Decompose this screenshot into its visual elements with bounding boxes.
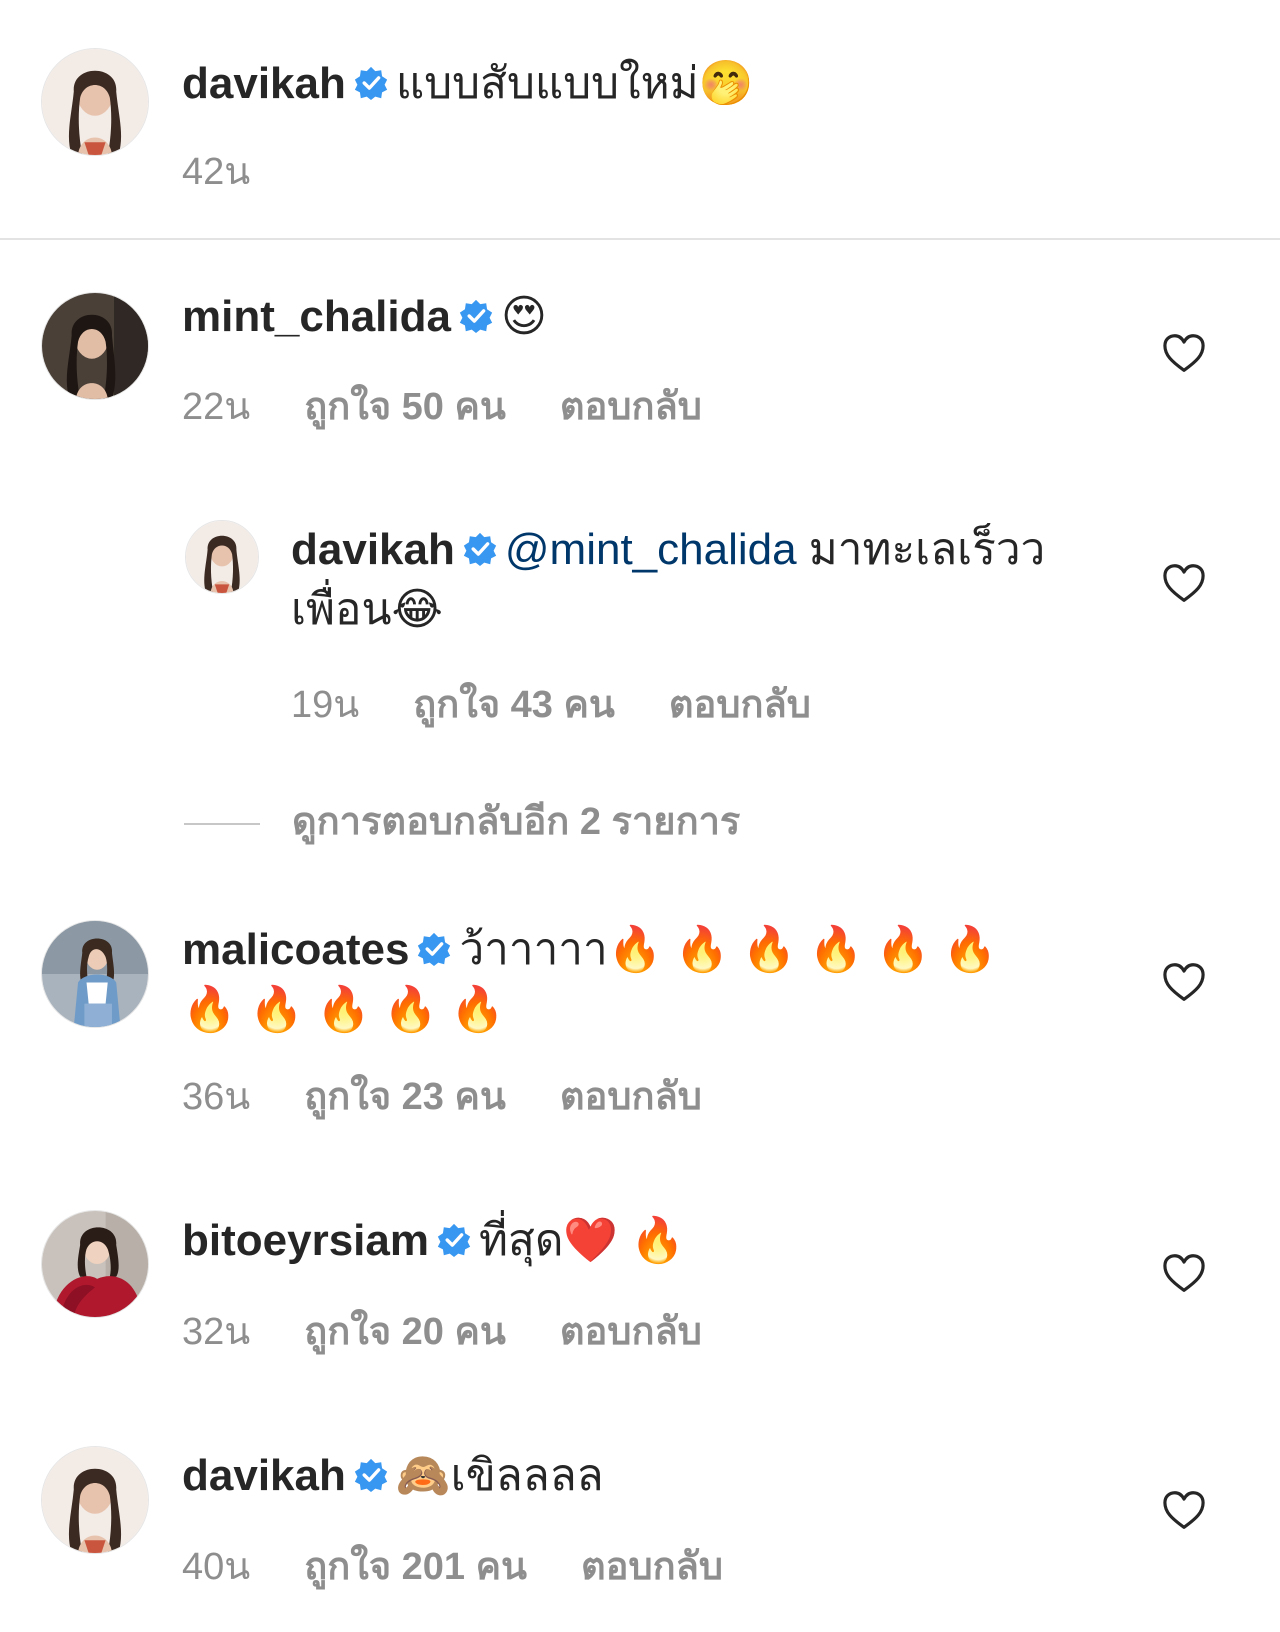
mention-link[interactable]: @mint_chalida [505,525,797,574]
username[interactable]: davikah [182,1451,346,1500]
avatar[interactable] [185,520,259,594]
likes-count[interactable]: ถูกใจ 201 คน [304,1546,527,1588]
post-caption: davikah แบบสับแบบใหม่🤭 42น [0,0,1280,240]
comment-body: ว้าาาาา [459,925,608,974]
verified-badge-icon [354,66,388,100]
username[interactable]: malicoates [182,925,409,974]
heart-outline-icon[interactable] [1162,563,1206,603]
verified-badge-icon [437,1223,471,1257]
username[interactable]: bitoeyrsiam [182,1216,429,1265]
heart-outline-icon[interactable] [1162,962,1206,1002]
comment-meta: 36น ถูกใจ 23 คน ตอบกลับ [182,1065,756,1126]
avatar[interactable] [41,292,149,400]
caption-line: davikah แบบสับแบบใหม่🤭 [182,55,753,113]
comment-text: mint_chalida 😍 [182,288,547,346]
timestamp: 40น [182,1546,251,1588]
comment-meta: 22น ถูกใจ 50 คน ตอบกลับ [182,375,756,436]
likes-count[interactable]: ถูกใจ 50 คน [304,386,506,428]
comment-text: malicoates ว้าาาาา🔥 🔥 🔥 🔥 🔥 🔥 🔥 🔥 🔥 🔥 🔥 [182,920,1062,1040]
reply-button[interactable]: ตอบกลับ [581,1546,723,1588]
comment-text: davikah @mint_chalida มาทะเลเร็ววเพื่อน😂 [291,520,1091,640]
reply-button[interactable]: ตอบกลับ [560,1076,702,1118]
timestamp: 19น [291,684,360,726]
verified-badge-icon [354,1458,388,1492]
emoji: 😍 [500,292,547,341]
timestamp: 42น [182,151,251,193]
verified-badge-icon [459,299,493,333]
likes-count[interactable]: ถูกใจ 43 คน [413,684,615,726]
divider [0,238,1280,240]
verified-badge-icon [417,932,451,966]
timestamp: 36น [182,1076,251,1118]
reply-button[interactable]: ตอบกลับ [560,1311,702,1353]
emoji: 🙈 [395,1451,451,1500]
heart-outline-icon[interactable] [1162,1490,1206,1530]
reply-button[interactable]: ตอบกลับ [669,684,811,726]
heart-outline-icon[interactable] [1162,333,1206,373]
avatar[interactable] [41,1446,149,1554]
verified-badge-icon [463,532,497,566]
divider [184,822,260,825]
heart-outline-icon[interactable] [1162,1253,1206,1293]
reply-button[interactable]: ตอบกลับ [560,386,702,428]
likes-count[interactable]: ถูกใจ 20 คน [304,1311,506,1353]
emoji: 😂 [391,585,443,634]
username[interactable]: davikah [182,59,346,108]
username[interactable]: mint_chalida [182,292,451,341]
timestamp: 22น [182,386,251,428]
comment-meta: 32น ถูกใจ 20 คน ตอบกลับ [182,1300,756,1361]
avatar[interactable] [41,48,149,156]
comment-text: davikah 🙈เขิลลลล [182,1447,604,1505]
comment-meta: 19น ถูกใจ 43 คน ตอบกลับ [291,673,865,734]
comment-body: ที่สุด [478,1216,564,1265]
comment-text: bitoeyrsiam ที่สุด❤️ 🔥 [182,1212,685,1270]
avatar[interactable] [41,920,149,1028]
emoji: ❤️ 🔥 [563,1216,686,1265]
view-more-replies-label: ดูการตอบกลับอีก 2 รายการ [292,801,741,843]
emoji: 🤭 [698,59,754,108]
view-more-replies-button[interactable]: ดูการตอบกลับอีก 2 รายการ [184,790,740,851]
username[interactable]: davikah [291,525,455,574]
caption-text: แบบสับแบบใหม่ [395,59,699,108]
comment-body: เขิลลลล [450,1451,604,1500]
caption-meta: 42น [182,140,304,201]
timestamp: 32น [182,1311,251,1353]
avatar[interactable] [41,1210,149,1318]
comment-meta: 40น ถูกใจ 201 คน ตอบกลับ [182,1535,777,1596]
likes-count[interactable]: ถูกใจ 23 คน [304,1076,506,1118]
